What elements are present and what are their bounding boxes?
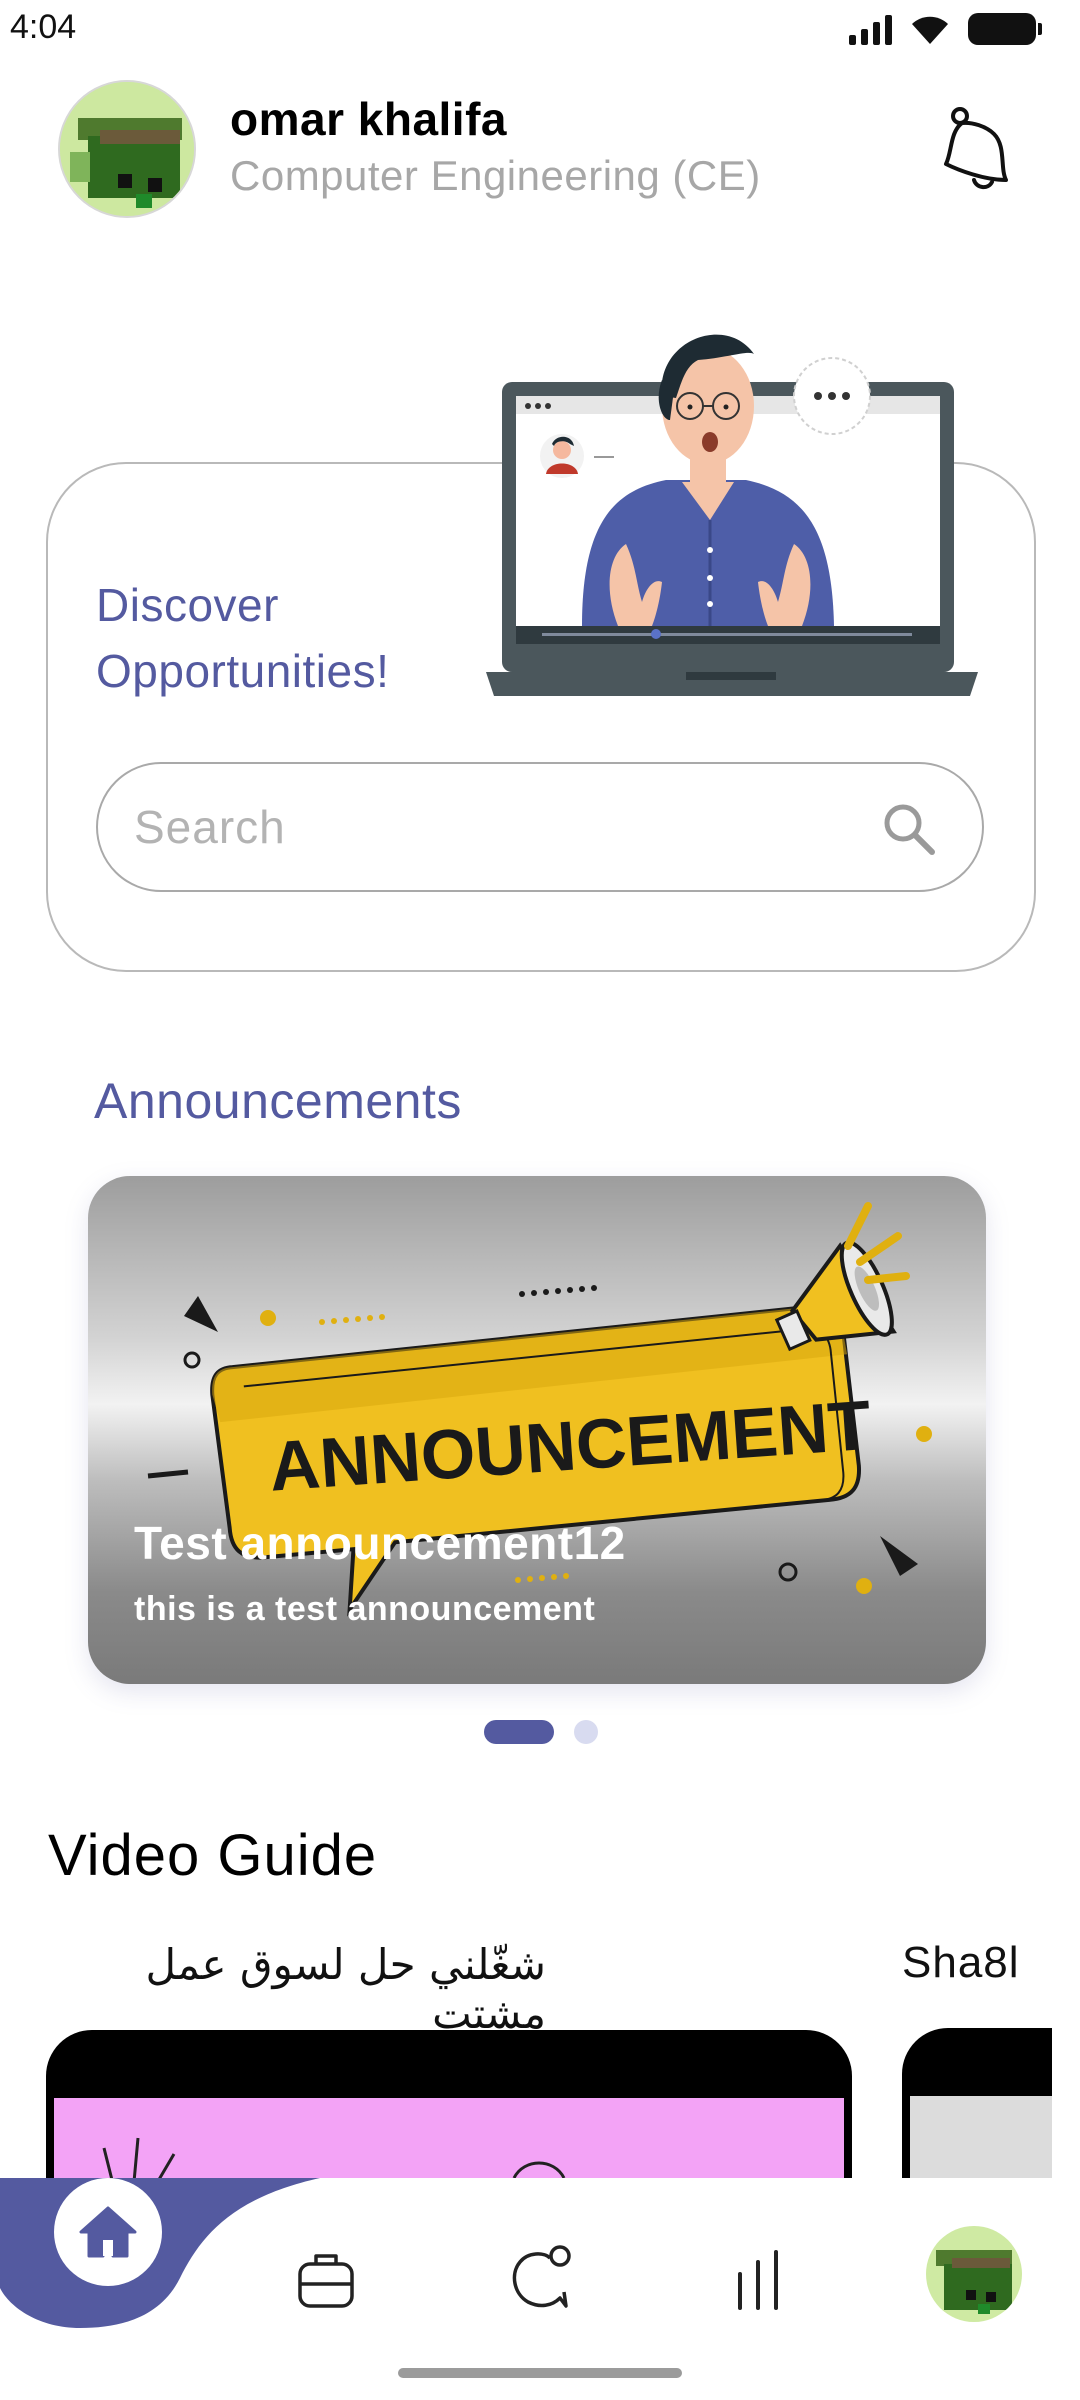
- carousel-dot[interactable]: [574, 1720, 598, 1744]
- search-input[interactable]: [134, 794, 834, 860]
- status-icons: [849, 12, 1042, 46]
- announcements-title: Announcements: [94, 1073, 462, 1129]
- search-bar[interactable]: [96, 762, 984, 892]
- user-department: Computer Engineering (CE): [230, 152, 761, 199]
- user-name: omar khalifa: [230, 93, 507, 145]
- announcement-subtitle: this is a test announcement: [134, 1590, 596, 1628]
- nav-active-wave: [0, 2178, 320, 2328]
- signal-icon: [849, 13, 892, 45]
- video-caption: شغّلني حل لسوق عمل مشتت: [145, 1940, 546, 2038]
- status-bar: 4:04: [0, 0, 1080, 60]
- nav-home[interactable]: [54, 2178, 162, 2286]
- discover-title: Discover Opportunities!: [96, 579, 390, 697]
- stats-icon[interactable]: [722, 2244, 794, 2316]
- announcement-card[interactable]: ANNOUNCEMENT Test announcement12 this is…: [88, 1176, 986, 1684]
- profile-avatar[interactable]: [926, 2226, 1022, 2322]
- briefcase-icon[interactable]: [290, 2244, 362, 2316]
- video-caption: Sha8l: [902, 1938, 1020, 1987]
- wifi-icon: [912, 16, 948, 44]
- avatar[interactable]: [58, 80, 196, 218]
- carousel-dot-active[interactable]: [484, 1720, 554, 1744]
- chat-icon[interactable]: [506, 2240, 578, 2312]
- announcement-title: Test announcement12: [134, 1517, 626, 1569]
- carousel-indicator: [484, 1720, 598, 1744]
- home-icon: [79, 2206, 137, 2258]
- bell-icon[interactable]: [940, 106, 1020, 192]
- status-time: 4:04: [10, 8, 77, 46]
- home-indicator: [398, 2368, 682, 2378]
- video-guide-title: Video Guide: [48, 1823, 378, 1888]
- video-call-illustration: [486, 334, 978, 696]
- search-icon[interactable]: [880, 800, 938, 858]
- battery-icon: [968, 13, 1042, 45]
